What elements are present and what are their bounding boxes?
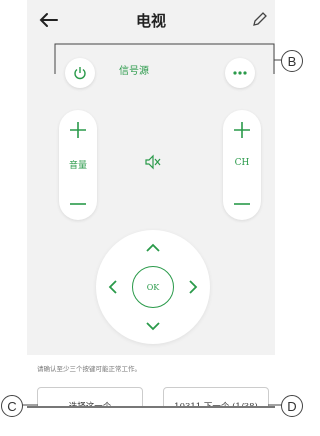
hint-text: 请确认至少三个按键可能正常工作。 xyxy=(37,365,141,373)
more-button[interactable] xyxy=(225,58,255,88)
chevron-right-icon[interactable] xyxy=(185,279,201,295)
chevron-up-icon[interactable] xyxy=(145,240,161,256)
dpad: OK xyxy=(96,230,210,344)
callout-d: D xyxy=(281,395,303,417)
bottom-panel: 请确认至少三个按键可能正常工作。 选择这一个 10311 下一个 (1/38) xyxy=(27,355,275,406)
select-this-button[interactable]: 选择这一个 xyxy=(37,387,143,406)
power-button[interactable] xyxy=(65,58,95,88)
top-controls: 信号源 xyxy=(27,58,275,88)
ok-button[interactable]: OK xyxy=(132,266,174,308)
channel-rocker: CH xyxy=(223,110,261,220)
callout-c: C xyxy=(1,395,23,417)
channel-label: CH xyxy=(234,158,250,168)
volume-rocker: 音量 xyxy=(59,110,97,220)
page-title: 电视 xyxy=(135,12,166,30)
next-button[interactable]: 10311 下一个 (1/38) xyxy=(163,387,269,406)
signal-source-button[interactable]: 信号源 xyxy=(119,62,149,77)
volume-down-icon[interactable] xyxy=(68,202,88,206)
power-icon xyxy=(74,67,86,80)
mute-icon[interactable] xyxy=(143,152,163,172)
channel-down-icon[interactable] xyxy=(232,202,252,206)
callout-b: B xyxy=(281,50,303,72)
chevron-down-icon[interactable] xyxy=(145,318,161,334)
more-icon xyxy=(233,71,247,75)
edit-pencil-icon[interactable] xyxy=(251,10,269,28)
chevron-left-icon[interactable] xyxy=(105,279,121,295)
phone-screen: 电视 信号源 音量 CH OK 请确认至少三个按键可能正常工作。 选择这一个 1… xyxy=(27,0,275,408)
channel-up-icon[interactable] xyxy=(232,120,252,140)
volume-up-icon[interactable] xyxy=(68,120,88,140)
header: 电视 xyxy=(27,0,275,40)
volume-label: 音量 xyxy=(68,161,87,171)
